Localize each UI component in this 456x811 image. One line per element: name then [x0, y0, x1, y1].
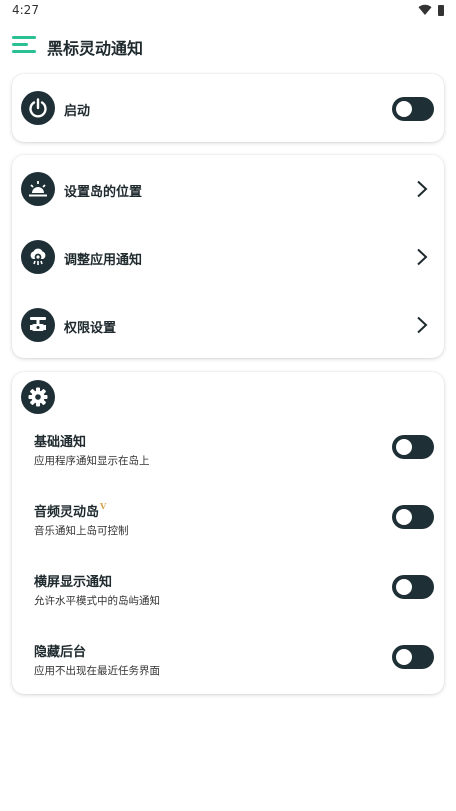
- landscape-notification-toggle[interactable]: [392, 575, 434, 599]
- power-toggle[interactable]: [392, 97, 434, 121]
- wifi-icon: [418, 4, 432, 16]
- chevron-right-icon: [417, 248, 428, 266]
- nav-item-label: 权限设置: [64, 321, 117, 336]
- battery-icon: [438, 4, 444, 16]
- nav-item-app-notifications[interactable]: 调整应用通知: [12, 227, 444, 287]
- page-title: 黑标灵动通知: [47, 39, 144, 58]
- nav-item-label: 调整应用通知: [64, 253, 143, 268]
- setting-basic-notification: 基础通知 应用程序通知显示在岛上: [12, 431, 444, 491]
- setting-audio-island: 音频灵动岛V 音乐通知上岛可控制: [12, 501, 444, 561]
- app-bar: 黑标灵动通知: [0, 24, 456, 68]
- cloud-icon: [21, 240, 55, 274]
- menu-icon[interactable]: [12, 34, 36, 56]
- vip-badge: V: [100, 501, 107, 511]
- status-time: 4:27: [12, 3, 39, 17]
- setting-description: 音乐通知上岛可控制: [34, 525, 129, 537]
- chevron-right-icon: [417, 180, 428, 198]
- power-label: 启动: [64, 104, 91, 119]
- status-bar: 4:27: [0, 0, 456, 22]
- nav-card: 设置岛的位置 调整应用通知 权限设置: [12, 155, 444, 358]
- valve-icon: [21, 308, 55, 342]
- hide-background-toggle[interactable]: [392, 645, 434, 669]
- setting-title: 隐藏后台: [34, 645, 87, 660]
- nav-item-island-position[interactable]: 设置岛的位置: [12, 159, 444, 219]
- settings-card: 基础通知 应用程序通知显示在岛上 音频灵动岛V 音乐通知上岛可控制 横屏显示通知…: [12, 372, 444, 694]
- status-icons: [418, 4, 444, 16]
- basic-notification-toggle[interactable]: [392, 435, 434, 459]
- audio-island-toggle[interactable]: [392, 505, 434, 529]
- nav-item-permissions[interactable]: 权限设置: [12, 295, 444, 355]
- settings-gear-icon: [21, 380, 55, 414]
- setting-description: 允许水平模式中的岛屿通知: [34, 595, 160, 607]
- chevron-right-icon: [417, 316, 428, 334]
- nav-item-label: 设置岛的位置: [64, 185, 143, 200]
- setting-title: 横屏显示通知: [34, 575, 113, 590]
- setting-title: 基础通知: [34, 435, 87, 450]
- power-row: 启动: [12, 78, 444, 138]
- setting-title: 音频灵动岛V: [34, 501, 107, 520]
- power-card: 启动: [12, 74, 444, 142]
- power-icon: [21, 91, 55, 125]
- setting-hide-background: 隐藏后台 应用不出现在最近任务界面: [12, 641, 444, 701]
- setting-landscape-notification: 横屏显示通知 允许水平模式中的岛屿通知: [12, 571, 444, 631]
- sunrise-icon: [21, 172, 55, 206]
- setting-description: 应用不出现在最近任务界面: [34, 665, 160, 677]
- setting-description: 应用程序通知显示在岛上: [34, 455, 150, 467]
